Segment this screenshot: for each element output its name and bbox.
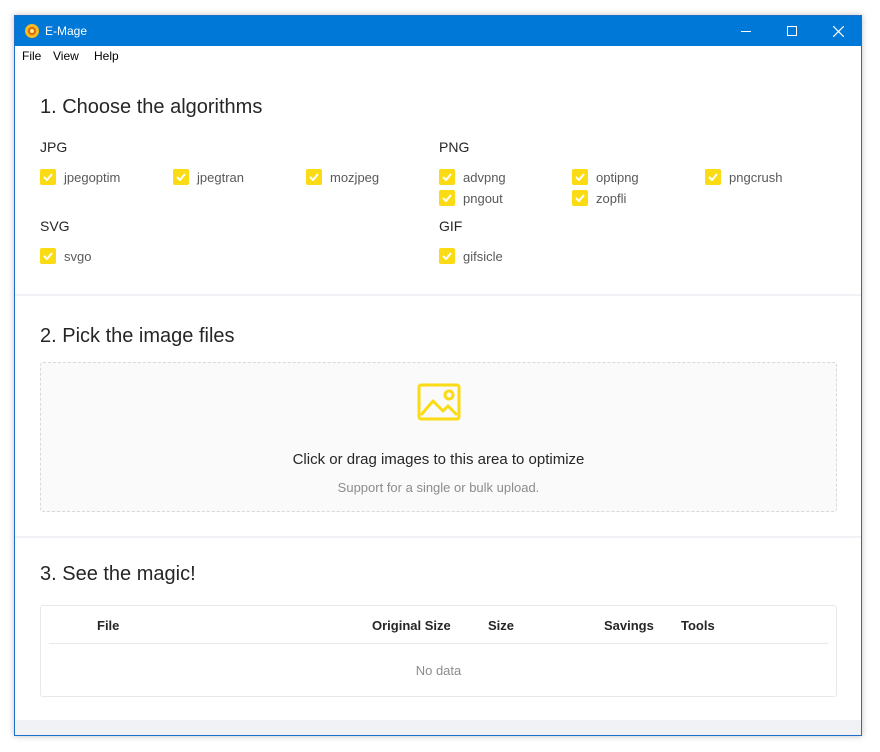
checkbox-advpng[interactable]: advpng xyxy=(439,168,506,186)
files-title: 2. Pick the image files xyxy=(40,325,235,347)
column-header-savings[interactable]: Savings xyxy=(604,618,654,633)
checkbox-label: pngout xyxy=(463,190,503,206)
dropzone-hint: Support for a single or bulk upload. xyxy=(337,480,540,495)
menu-help[interactable]: Help xyxy=(94,46,119,66)
menu-file[interactable]: File xyxy=(22,46,41,66)
group-gif-title: GIF xyxy=(439,218,463,234)
results-table: File Original Size Size Savings Tools No… xyxy=(40,605,837,697)
algorithms-section: 1. Choose the algorithms JPG jpegoptim j… xyxy=(15,67,861,294)
minimize-icon xyxy=(741,31,751,32)
checkbox-pngcrush[interactable]: pngcrush xyxy=(705,168,782,186)
checkbox-label: mozjpeg xyxy=(330,169,380,185)
window-title: E-Mage xyxy=(45,24,88,38)
checkbox-check-icon xyxy=(306,169,322,185)
minimize-button[interactable] xyxy=(723,16,769,46)
maximize-icon xyxy=(787,26,797,36)
checkbox-label: jpegoptim xyxy=(64,169,121,185)
upload-dropzone[interactable]: Click or drag images to this area to opt… xyxy=(40,362,837,512)
column-header-tools[interactable]: Tools xyxy=(681,618,715,633)
checkbox-svgo[interactable]: svgo xyxy=(40,247,91,265)
checkbox-label: svgo xyxy=(64,248,92,264)
checkbox-check-icon xyxy=(173,169,189,185)
checkbox-check-icon xyxy=(40,248,56,264)
group-svg-title: SVG xyxy=(40,218,70,234)
files-section: 2. Pick the image files Click or drag im… xyxy=(15,296,861,536)
algorithms-title: 1. Choose the algorithms xyxy=(40,96,263,118)
checkbox-jpegtran[interactable]: jpegtran xyxy=(173,168,244,186)
checkbox-check-icon xyxy=(572,190,588,206)
close-icon xyxy=(832,25,844,37)
column-header-original-size[interactable]: Original Size xyxy=(372,618,451,633)
checkbox-check-icon xyxy=(40,169,56,185)
app-logo-icon xyxy=(25,24,39,38)
maximize-button[interactable] xyxy=(769,16,815,46)
table-header-divider xyxy=(49,643,828,644)
checkbox-label: optipng xyxy=(596,169,639,185)
menu-bar: File View Help xyxy=(15,46,861,67)
column-header-file[interactable]: File xyxy=(97,618,119,633)
column-header-size[interactable]: Size xyxy=(488,618,514,633)
checkbox-pngout[interactable]: pngout xyxy=(439,189,503,207)
results-title: 3. See the magic! xyxy=(40,563,196,585)
app-window: E-Mage File View Help 1. Choose the algo… xyxy=(14,15,862,736)
checkbox-check-icon xyxy=(705,169,721,185)
group-jpg-title: JPG xyxy=(40,139,68,155)
checkbox-label: jpegtran xyxy=(197,169,244,185)
checkbox-label: zopfli xyxy=(596,190,627,206)
close-button[interactable] xyxy=(815,16,861,46)
checkbox-check-icon xyxy=(572,169,588,185)
checkbox-label: advpng xyxy=(463,169,506,185)
checkbox-check-icon xyxy=(439,248,455,264)
checkbox-check-icon xyxy=(439,169,455,185)
checkbox-jpegoptim[interactable]: jpegoptim xyxy=(40,168,120,186)
dropzone-text: Click or drag images to this area to opt… xyxy=(292,451,585,468)
main-content: 1. Choose the algorithms JPG jpegoptim j… xyxy=(15,67,861,735)
checkbox-zopfli[interactable]: zopfli xyxy=(572,189,626,207)
checkbox-check-icon xyxy=(439,190,455,206)
checkbox-gifsicle[interactable]: gifsicle xyxy=(439,247,503,265)
title-bar[interactable]: E-Mage xyxy=(15,16,861,46)
checkbox-optipng[interactable]: optipng xyxy=(572,168,639,186)
checkbox-label: gifsicle xyxy=(463,248,503,264)
checkbox-label: pngcrush xyxy=(729,169,783,185)
picture-icon xyxy=(417,383,461,421)
menu-view[interactable]: View xyxy=(53,46,79,66)
group-png-title: PNG xyxy=(439,139,470,155)
empty-state-text: No data xyxy=(415,663,462,678)
checkbox-mozjpeg[interactable]: mozjpeg xyxy=(306,168,379,186)
results-section: 3. See the magic! File Original Size Siz… xyxy=(15,538,861,720)
